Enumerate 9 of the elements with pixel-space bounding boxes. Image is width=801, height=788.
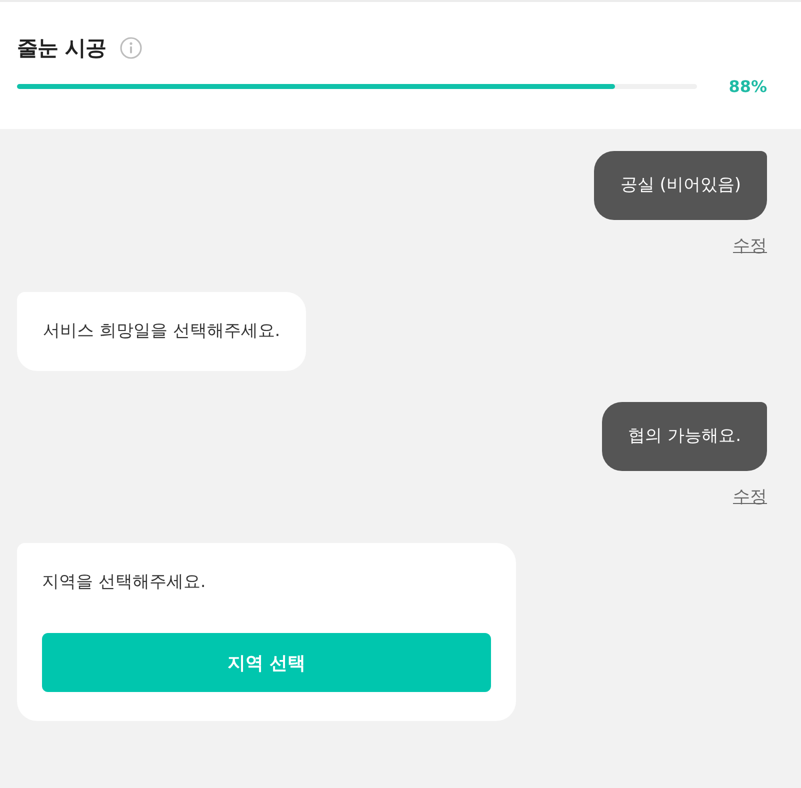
answer-bubble: 공실 (비어있음) [594,151,767,220]
page-title: 줄눈 시공 [17,35,106,62]
edit-link[interactable]: 수정 [733,235,767,257]
answer-bubble: 협의 가능해요. [602,402,767,471]
question-text: 지역을 선택해주세요. [42,571,207,594]
question-text: 서비스 희망일을 선택해주세요. [43,320,280,343]
edit-link[interactable]: 수정 [733,486,767,508]
progress-reading: 88% [728,76,767,96]
info-icon[interactable] [120,37,142,59]
